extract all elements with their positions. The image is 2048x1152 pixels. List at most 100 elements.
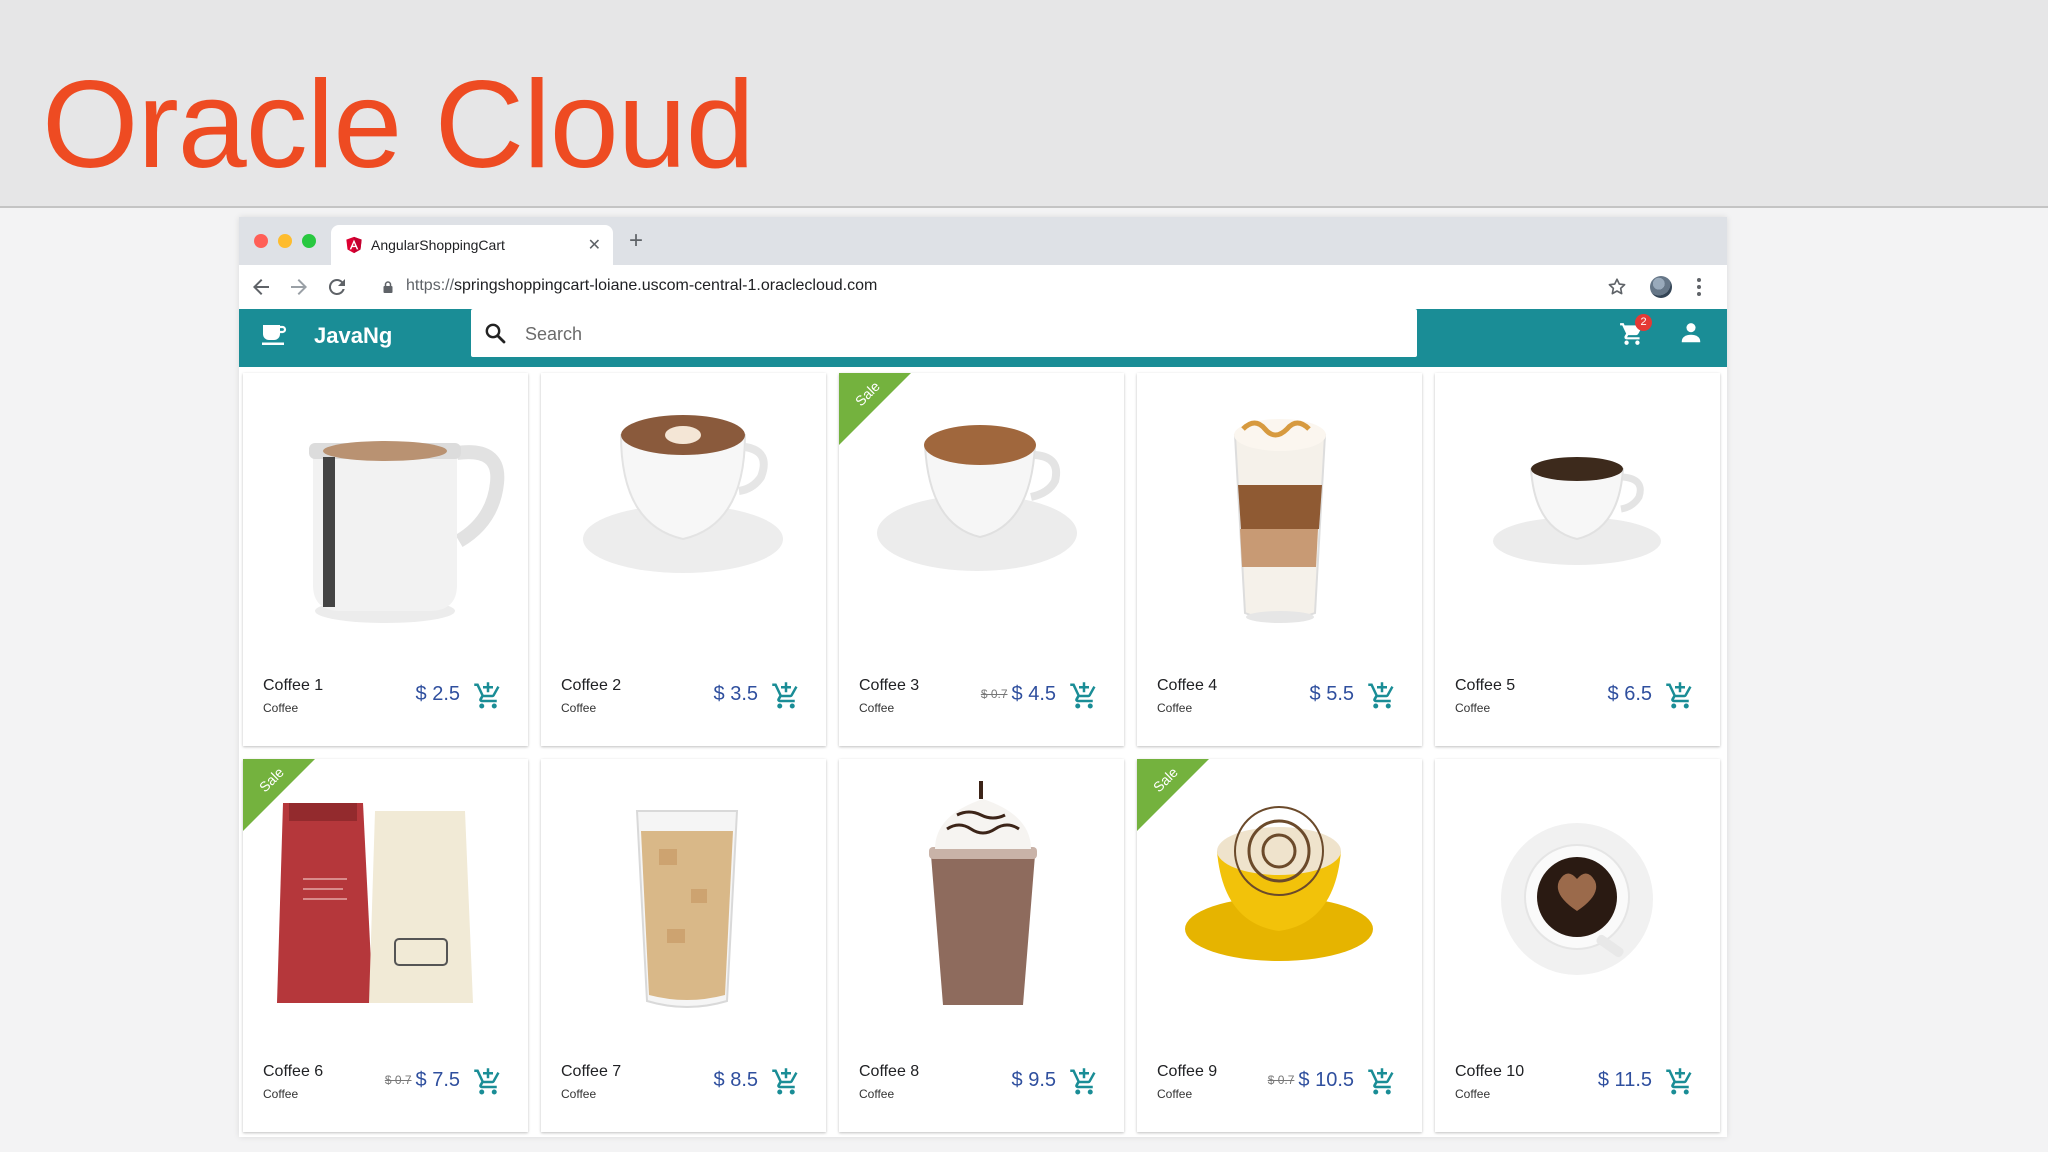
lock-icon [381, 280, 395, 294]
product-price: $ 11.5 [1597, 1069, 1652, 1091]
forward-arrow-icon[interactable] [287, 275, 311, 299]
product-category: Coffee [561, 701, 597, 715]
price-group: $ 6.5 [1608, 683, 1652, 706]
minimize-window-button[interactable] [278, 234, 292, 248]
product-category: Coffee [561, 1087, 597, 1101]
product-name: Coffee 1 [263, 677, 324, 694]
add-to-cart-icon[interactable] [473, 1067, 503, 1097]
original-price: $ 0.7 [1267, 1073, 1295, 1087]
product-image[interactable] [1435, 373, 1720, 663]
angular-icon [345, 236, 363, 254]
coffee-cup-icon [261, 321, 287, 347]
close-tab-icon[interactable]: ✕ [588, 235, 601, 255]
product-image[interactable] [541, 759, 826, 1049]
cart-button[interactable]: 2 [1619, 314, 1653, 347]
product-category: Coffee [1157, 1087, 1193, 1101]
original-price: $ 0.7 [384, 1073, 412, 1087]
browser-window: AngularShoppingCart ✕ + https://springsh… [239, 217, 1727, 1137]
add-to-cart-icon[interactable] [1069, 681, 1099, 711]
close-window-button[interactable] [254, 234, 268, 248]
product-image[interactable] [541, 373, 826, 663]
product-name: Coffee 10 [1455, 1063, 1525, 1080]
price-group: $ 0.7 $ 7.5 [385, 1069, 460, 1092]
add-to-cart-icon[interactable] [771, 681, 801, 711]
bookmark-star-icon[interactable] [1606, 276, 1628, 298]
product-grid: Coffee 1 Coffee $ 2.5 Coffee 2 Coffee $ 3.5 Sa… [243, 373, 1727, 1133]
product-image[interactable] [1137, 373, 1422, 663]
slide-banner: Oracle Cloud [0, 0, 2048, 208]
brand-name[interactable]: JavaNg [314, 323, 392, 349]
product-price: $ 7.5 [415, 1069, 460, 1091]
browser-tab-bar: AngularShoppingCart ✕ + [239, 217, 1727, 265]
product-card[interactable]: Sale Coffee 6 Coffee $ 0.7 $ 7.5 [243, 759, 528, 1132]
url-host: springshoppingcart-loiane.uscom-central-… [454, 277, 878, 294]
product-card[interactable]: Coffee 2 Coffee $ 3.5 [541, 373, 826, 746]
search-box [471, 309, 1417, 357]
price-group: $ 3.5 [714, 683, 758, 706]
product-price: $ 2.5 [415, 683, 460, 705]
product-price: $ 9.5 [1011, 1069, 1056, 1091]
product-name: Coffee 7 [561, 1063, 622, 1080]
price-group: $ 0.7 $ 10.5 [1268, 1069, 1354, 1092]
search-input[interactable] [523, 317, 1407, 351]
product-price: $ 6.5 [1607, 683, 1652, 705]
product-card[interactable]: Coffee 7 Coffee $ 8.5 [541, 759, 826, 1132]
product-card[interactable]: Sale Coffee 3 Coffee $ 0.7 $ 4.5 [839, 373, 1124, 746]
product-category: Coffee [1455, 1087, 1491, 1101]
product-card[interactable]: Coffee 5 Coffee $ 6.5 [1435, 373, 1720, 746]
browser-tab-active[interactable]: AngularShoppingCart ✕ [331, 225, 613, 265]
product-name: Coffee 4 [1157, 677, 1218, 694]
product-price: $ 3.5 [713, 683, 758, 705]
cart-count-badge: 2 [1635, 314, 1652, 331]
product-image[interactable] [243, 373, 528, 663]
back-arrow-icon[interactable] [249, 275, 273, 299]
product-category: Coffee [1157, 701, 1193, 715]
product-image[interactable] [1435, 759, 1720, 1049]
search-icon [483, 321, 507, 345]
address-bar[interactable]: https://springshoppingcart-loiane.uscom-… [406, 277, 877, 295]
product-name: Coffee 8 [859, 1063, 920, 1080]
add-to-cart-icon[interactable] [1665, 681, 1695, 711]
product-price: $ 8.5 [713, 1069, 758, 1091]
price-group: $ 2.5 [416, 683, 460, 706]
browser-menu-icon[interactable] [1695, 276, 1703, 298]
product-name: Coffee 2 [561, 677, 622, 694]
product-price: $ 10.5 [1298, 1069, 1354, 1091]
product-category: Coffee [859, 1087, 895, 1101]
product-category: Coffee [263, 701, 299, 715]
sale-ribbon: Sale [839, 373, 911, 445]
add-to-cart-icon[interactable] [1367, 1067, 1397, 1097]
add-to-cart-icon[interactable] [1665, 1067, 1695, 1097]
price-group: $ 9.5 [1012, 1069, 1056, 1092]
slide-title: Oracle Cloud [42, 56, 755, 194]
original-price: $ 0.7 [980, 687, 1008, 701]
product-card[interactable]: Coffee 1 Coffee $ 2.5 [243, 373, 528, 746]
reload-icon[interactable] [325, 275, 349, 299]
sale-ribbon: Sale [243, 759, 315, 831]
product-card[interactable]: Sale Coffee 9 Coffee $ 0.7 $ 10.5 [1137, 759, 1422, 1132]
product-name: Coffee 3 [859, 677, 920, 694]
product-category: Coffee [263, 1087, 299, 1101]
maximize-window-button[interactable] [302, 234, 316, 248]
sale-ribbon: Sale [1137, 759, 1209, 831]
new-tab-button[interactable]: + [629, 227, 643, 255]
add-to-cart-icon[interactable] [771, 1067, 801, 1097]
price-group: $ 5.5 [1310, 683, 1354, 706]
product-category: Coffee [859, 701, 895, 715]
product-image[interactable] [839, 759, 1124, 1049]
product-name: Coffee 6 [263, 1063, 324, 1080]
profile-avatar[interactable] [1650, 276, 1672, 298]
product-name: Coffee 9 [1157, 1063, 1218, 1080]
tab-title: AngularShoppingCart [371, 237, 505, 253]
product-card[interactable]: Coffee 8 Coffee $ 9.5 [839, 759, 1124, 1132]
account-icon[interactable] [1678, 319, 1704, 345]
product-card[interactable]: Coffee 10 Coffee $ 11.5 [1435, 759, 1720, 1132]
price-group: $ 11.5 [1598, 1069, 1652, 1092]
browser-toolbar: https://springshoppingcart-loiane.uscom-… [239, 265, 1727, 309]
product-category: Coffee [1455, 701, 1491, 715]
add-to-cart-icon[interactable] [1069, 1067, 1099, 1097]
add-to-cart-icon[interactable] [1367, 681, 1397, 711]
product-card[interactable]: Coffee 4 Coffee $ 5.5 [1137, 373, 1422, 746]
add-to-cart-icon[interactable] [473, 681, 503, 711]
product-price: $ 4.5 [1011, 683, 1056, 705]
